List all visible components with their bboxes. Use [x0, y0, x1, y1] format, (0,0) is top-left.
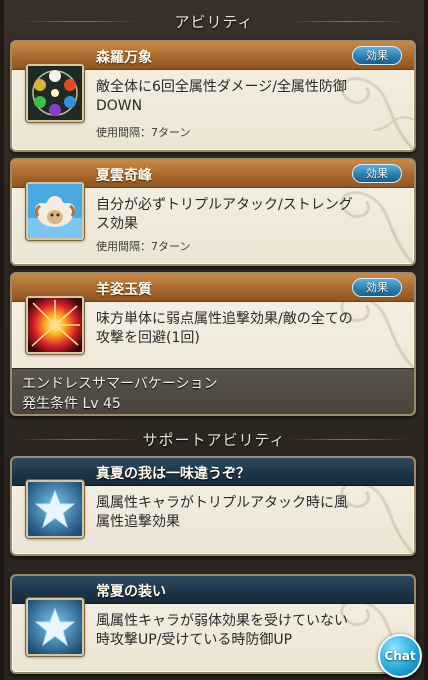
support-ability-card-2: 常夏の装い 風属性キャラが弱体効果を受けていない 時攻撃UP/受けている時防御U… — [10, 574, 416, 674]
description-line: 風属性キャラがトリプルアタック時に風 — [96, 495, 348, 511]
ability-description: 自分が必ずトリプルアタック/ストレング ス効果 — [96, 196, 400, 234]
burst-icon — [26, 296, 84, 354]
description-line: 攻撃を回避(1回) — [96, 330, 200, 346]
ability-card-2: 夏雲奇峰 効果 自分が必ずトリプルアタック/ストレング ス効果 使用間隔：7ター… — [10, 158, 416, 266]
unlock-name: エンドレスサマーバケーション — [22, 376, 218, 392]
effect-button[interactable]: 効果 — [352, 46, 402, 65]
cooldown-text: 使用間隔：7ターン — [96, 240, 191, 253]
star-icon — [26, 598, 84, 656]
ability-name: 夏雲奇峰 — [96, 168, 152, 184]
description-line: 味方単体に弱点属性追撃効果/敵の全ての — [96, 311, 353, 327]
ability-name: 森羅万象 — [96, 50, 152, 66]
effect-button[interactable]: 効果 — [352, 164, 402, 183]
description-line: 敵全体に6回全属性ダメージ/全属性防御 — [96, 79, 347, 95]
description-line: DOWN — [96, 98, 143, 114]
support-ability-name: 真夏の我は一味違うぞ？ — [96, 466, 250, 482]
ability-name: 羊姿玉質 — [96, 282, 152, 298]
support-ability-description: 風属性キャラがトリプルアタック時に風 属性追撃効果 — [96, 494, 400, 532]
unlock-condition: 発生条件 Lv 45 — [22, 396, 121, 412]
sheep-icon — [26, 182, 84, 240]
ability-description: 味方単体に弱点属性追撃効果/敵の全ての 攻撃を回避(1回) — [96, 310, 400, 348]
star-icon — [26, 480, 84, 538]
description-line: ス効果 — [96, 216, 138, 232]
description-line: 風属性キャラが弱体効果を受けていない — [96, 613, 348, 629]
ability-card-1: 森羅万象 効果 敵全体に6回全属性ダメージ/全属性防御 DOWN 使用間隔：7タ… — [10, 40, 416, 152]
cooldown-text: 使用間隔：7ターン — [96, 126, 191, 139]
description-line: 時攻撃UP/受けている時防御UP — [96, 632, 293, 648]
abilities-section-title: アビリティ — [0, 6, 428, 36]
description-line: 自分が必ずトリプルアタック/ストレング — [96, 197, 353, 213]
description-line: 属性追撃効果 — [96, 514, 180, 530]
ability-description: 敵全体に6回全属性ダメージ/全属性防御 DOWN — [96, 78, 400, 116]
support-ability-name: 常夏の装い — [96, 584, 166, 600]
element-orbs-icon — [26, 64, 84, 122]
ability-card-3: 羊姿玉質 効果 味方単体に弱点属性追撃効果/敵の全ての 攻撃を回避(1回) エン… — [10, 272, 416, 416]
support-ability-card-1: 真夏の我は一味違うぞ？ 風属性キャラがトリプルアタック時に風 属性追撃効果 — [10, 456, 416, 556]
effect-button[interactable]: 効果 — [352, 278, 402, 297]
support-section-title: サポートアビリティ — [0, 424, 428, 454]
support-ability-description: 風属性キャラが弱体効果を受けていない 時攻撃UP/受けている時防御UP — [96, 612, 400, 650]
unlock-condition-bar: エンドレスサマーバケーション 発生条件 Lv 45 — [12, 368, 414, 414]
chat-button[interactable]: Chat — [378, 634, 422, 678]
